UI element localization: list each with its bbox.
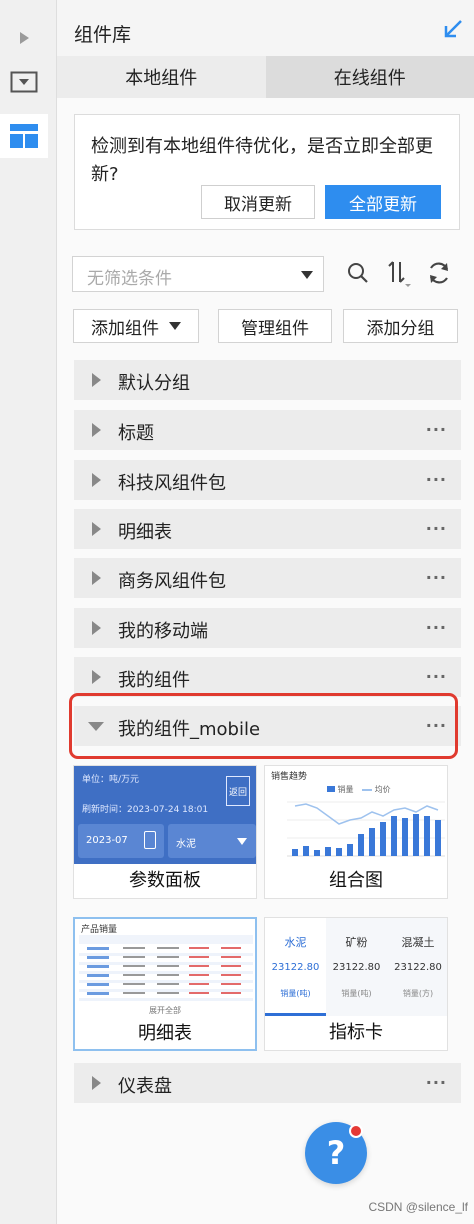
detail-table-thumbnail: 产品销量 展开全部 <box>75 919 255 1017</box>
update-notice: 检测到有本地组件待优化，是否立即全部更新? 取消更新 全部更新 <box>74 114 460 230</box>
more-options-icon[interactable]: ··· <box>426 667 447 686</box>
kpi-item: 矿粉 23122.80 销量(吨) <box>332 936 381 998</box>
kpi-item: 混凝土 23122.80 销量(方) <box>394 936 442 998</box>
group-row[interactable]: 仪表盘 ··· <box>74 1063 461 1103</box>
thumb-refresh: 刷新时间：2023-07-24 18:01 <box>82 805 209 815</box>
group-label: 默认分组 <box>118 373 190 394</box>
filter-placeholder: 无筛选条件 <box>87 269 172 289</box>
component-card[interactable]: 水泥 23122.80 销量(吨) 矿粉 23122.80 销量(吨) 混凝土 … <box>264 917 448 1051</box>
more-options-icon[interactable]: ··· <box>426 618 447 637</box>
more-options-icon[interactable]: ··· <box>426 1073 447 1092</box>
thumb-return: 返回 <box>226 776 250 806</box>
group-label: 科技风组件包 <box>118 473 226 494</box>
group-label: 商务风组件包 <box>118 571 226 592</box>
thumb-select: 水泥 <box>176 839 196 850</box>
component-card[interactable]: 产品销量 展开全部 明细表 <box>73 917 257 1051</box>
sort-icon[interactable] <box>384 258 412 288</box>
add-component-button[interactable]: 添加组件 <box>73 309 199 343</box>
group-row[interactable]: 我的组件 ··· <box>74 657 461 697</box>
card-caption: 组合图 <box>329 870 383 891</box>
card-caption: 参数面板 <box>129 870 201 891</box>
update-notice-message: 检测到有本地组件待优化，是否立即全部更新? <box>91 136 433 185</box>
thumb-table-header <box>79 935 253 944</box>
kpi-item: 水泥 23122.80 销量(吨) <box>265 918 326 1016</box>
thumb-table-pager: 展开全部 <box>149 1006 181 1015</box>
tab-local[interactable]: 本地组件 <box>57 56 266 98</box>
group-row[interactable]: 标题 ··· <box>74 410 461 450</box>
combo-chart-thumbnail: 销售趋势 销量 均价 <box>265 766 447 864</box>
combo-chart-svg <box>287 801 445 857</box>
thumb-combo-title: 销售趋势 <box>271 772 308 782</box>
caret-right-icon[interactable] <box>92 1076 101 1090</box>
dropdown-box-icon[interactable] <box>0 60 48 104</box>
phone-icon <box>144 831 156 849</box>
search-icon[interactable] <box>344 258 372 288</box>
thumb-month-box: 2023-07 <box>78 824 164 858</box>
update-all-button[interactable]: 全部更新 <box>325 185 441 219</box>
more-options-icon[interactable]: ··· <box>426 519 447 538</box>
caret-right-icon[interactable] <box>92 423 101 437</box>
manage-components-button[interactable]: 管理组件 <box>218 309 332 343</box>
left-rail <box>0 0 57 1224</box>
annotation-highlight <box>69 693 458 759</box>
cancel-update-button[interactable]: 取消更新 <box>201 185 315 219</box>
question-mark-icon: ? <box>326 1134 346 1172</box>
add-group-button[interactable]: 添加分组 <box>343 309 458 343</box>
component-library-icon[interactable] <box>0 114 48 158</box>
card-caption: 指标卡 <box>329 1022 383 1043</box>
group-label: 我的组件 <box>118 670 190 691</box>
filter-select[interactable]: 无筛选条件 <box>72 256 324 292</box>
caret-right-icon[interactable] <box>92 621 101 635</box>
watermark: CSDN @silence_lf <box>368 1200 468 1214</box>
caret-right-icon[interactable] <box>92 473 101 487</box>
group-row[interactable]: 默认分组 <box>74 360 461 400</box>
more-options-icon[interactable]: ··· <box>426 420 447 439</box>
group-label: 我的移动端 <box>118 621 208 642</box>
component-card[interactable]: 单位：吨/万元 刷新时间：2023-07-24 18:01 返回 2023-07… <box>73 765 257 899</box>
thumb-table-title: 产品销量 <box>81 925 118 935</box>
group-row[interactable]: 我的移动端 ··· <box>74 608 461 648</box>
chevron-down-icon <box>301 271 313 279</box>
group-label: 仪表盘 <box>118 1076 172 1097</box>
more-options-icon[interactable]: ··· <box>426 470 447 489</box>
caret-right-icon[interactable] <box>92 571 101 585</box>
more-options-icon[interactable]: ··· <box>426 568 447 587</box>
component-card[interactable]: 销售趋势 销量 均价 组合图 <box>264 765 448 899</box>
caret-right-icon[interactable] <box>92 522 101 536</box>
thumb-select-box: 水泥 <box>168 824 256 858</box>
group-label: 明细表 <box>118 522 172 543</box>
caret-right-icon[interactable] <box>92 670 101 684</box>
group-row[interactable]: 明细表 ··· <box>74 509 461 549</box>
component-panel: 组件库 本地组件 在线组件 检测到有本地组件待优化，是否立即全部更新? 取消更新… <box>57 0 474 1224</box>
card-caption: 明细表 <box>138 1023 192 1044</box>
thumb-unit: 单位：吨/万元 <box>82 775 140 785</box>
chevron-down-icon <box>237 838 247 845</box>
add-component-label: 添加组件 <box>91 318 159 339</box>
legend-a: 销量 <box>337 785 354 794</box>
legend-b: 均价 <box>374 785 391 794</box>
group-row[interactable]: 商务风组件包 ··· <box>74 558 461 598</box>
collapse-arrow-icon[interactable] <box>442 18 464 40</box>
param-panel-thumbnail: 单位：吨/万元 刷新时间：2023-07-24 18:01 返回 2023-07… <box>74 766 256 864</box>
expand-arrow-icon[interactable] <box>0 16 48 60</box>
group-row[interactable]: 科技风组件包 ··· <box>74 460 461 500</box>
chevron-down-icon <box>169 322 181 330</box>
panel-header: 组件库 <box>57 0 474 56</box>
notification-dot <box>349 1124 363 1138</box>
caret-right-icon[interactable] <box>92 373 101 387</box>
thumb-month: 2023-07 <box>86 835 128 846</box>
tab-bar: 本地组件 在线组件 <box>57 56 474 98</box>
group-label: 标题 <box>118 423 154 444</box>
thumb-table-rows <box>79 947 253 1001</box>
panel-title: 组件库 <box>74 24 132 46</box>
refresh-icon[interactable] <box>425 258 453 288</box>
kpi-card-thumbnail: 水泥 23122.80 销量(吨) 矿粉 23122.80 销量(吨) 混凝土 … <box>265 918 447 1016</box>
tab-online[interactable]: 在线组件 <box>265 56 474 98</box>
